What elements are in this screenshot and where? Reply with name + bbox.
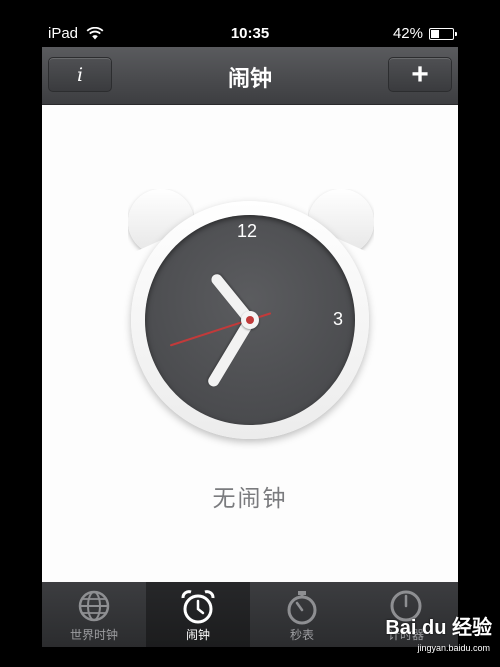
battery-fill — [431, 29, 439, 38]
plus-icon: + — [411, 57, 429, 91]
watermark-url: jingyan.baidu.com — [417, 643, 490, 653]
battery-icon — [429, 27, 457, 40]
numeral-3: 3 — [333, 309, 344, 329]
clock-rim: 12 3 — [131, 201, 369, 439]
clock-hub-dot — [246, 316, 254, 324]
battery-percent: 42% — [392, 25, 423, 42]
clock-hub — [241, 311, 259, 329]
watermark-logo: Bai du 经验 — [385, 617, 492, 639]
stopwatch-icon — [287, 591, 317, 625]
tab-label: 秒表 — [289, 628, 314, 642]
clock-app: i 闹钟 + 12 3 无闹钟 世界时钟 闹钟 秒表 计时器 — [42, 47, 458, 647]
ipad-screen: iPad 10:35 42% i 闹钟 + 12 3 无闹钟 世界时钟 闹钟 秒… — [0, 0, 500, 667]
navigation-bar: i 闹钟 + — [42, 47, 458, 105]
status-right: 42% — [392, 25, 457, 42]
globe-icon — [78, 590, 110, 622]
tab-alarm[interactable]: 闹钟 — [146, 582, 250, 647]
clock-face: 12 3 — [145, 215, 355, 425]
alarm-content: 12 3 无闹钟 — [42, 105, 458, 582]
alarm-clock-icon — [181, 590, 215, 624]
tab-world-clock[interactable]: 世界时钟 — [42, 582, 146, 647]
tab-stopwatch[interactable]: 秒表 — [250, 582, 354, 647]
tab-label: 世界时钟 — [69, 628, 118, 642]
alarm-clock-illustration: 12 3 — [126, 185, 376, 445]
empty-message: 无闹钟 — [212, 485, 288, 511]
status-bar: iPad 10:35 42% — [0, 0, 500, 46]
tab-label: 闹钟 — [185, 628, 210, 642]
add-alarm-button[interactable]: + — [388, 57, 452, 92]
numeral-12: 12 — [237, 221, 258, 241]
